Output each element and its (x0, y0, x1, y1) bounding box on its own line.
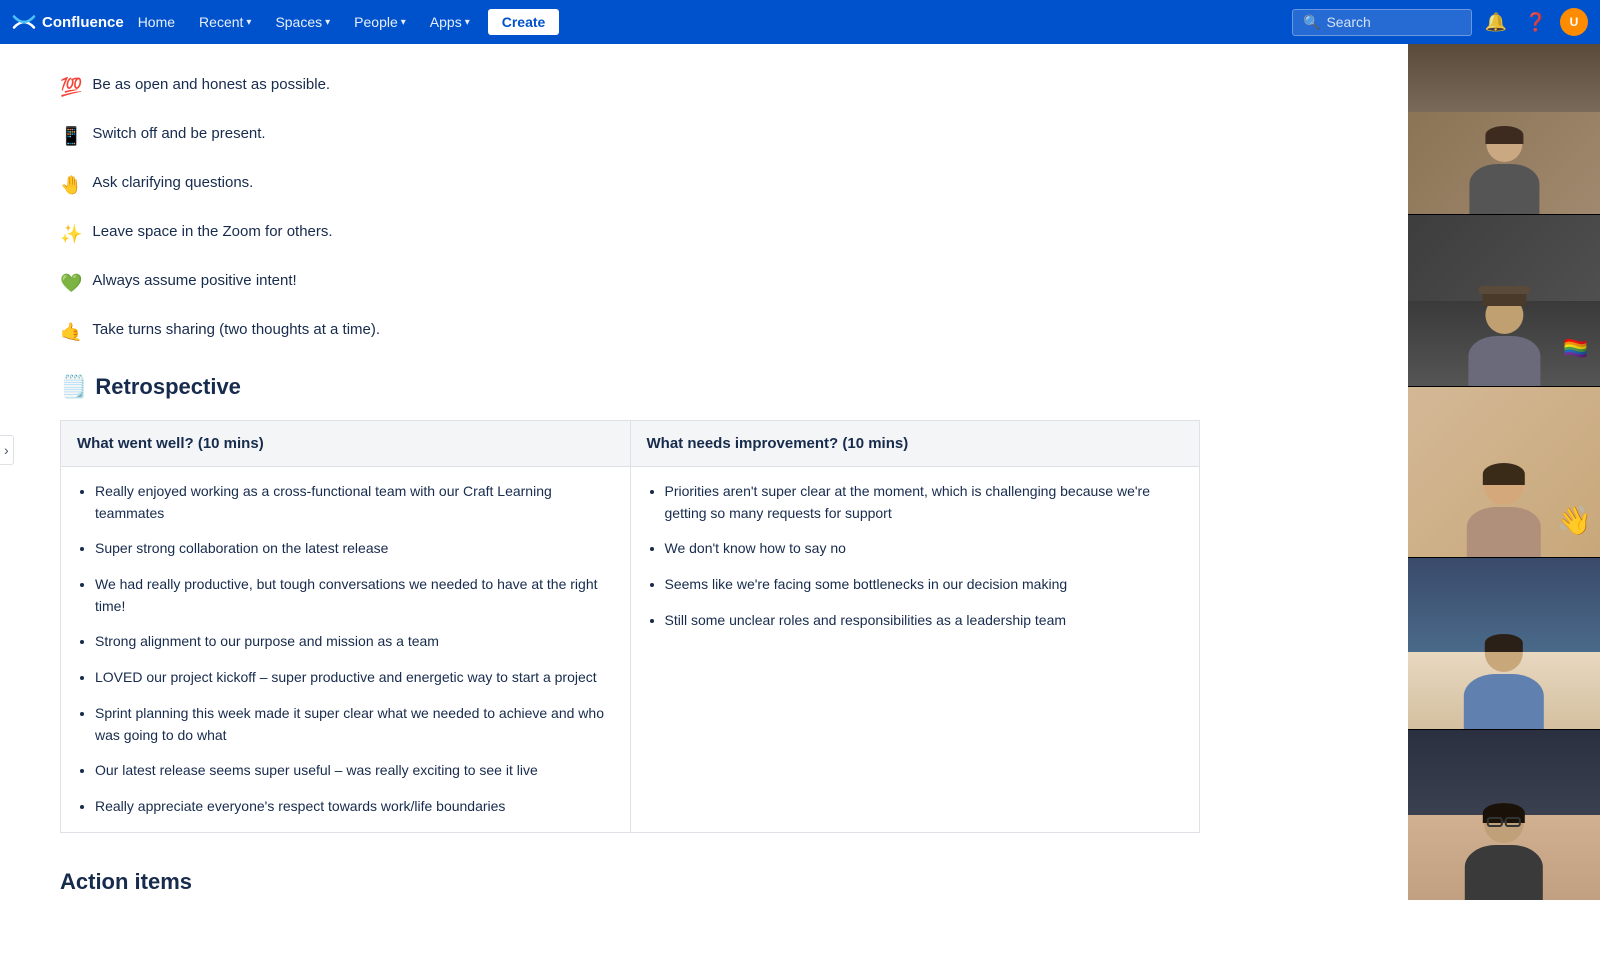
retro-heading-text: Retrospective (95, 374, 241, 400)
retrospective-heading: 🗒️ Retrospective (60, 374, 1200, 400)
went-well-item: We had really productive, but tough conv… (95, 574, 614, 617)
ground-rule-item: ✨ Leave space in the Zoom for others. (60, 221, 1200, 248)
retrospective-table: What went well? (10 mins) What needs imp… (60, 420, 1200, 833)
ground-rule-emoji: 🤙 (60, 319, 82, 346)
went-well-item: Sprint planning this week made it super … (95, 703, 614, 746)
nav-right: 🔍 Search 🔔 ❓ U (1292, 6, 1588, 38)
nav-apps[interactable]: Apps ▾ (420, 10, 480, 34)
went-well-item: LOVED our project kickoff – super produc… (95, 667, 614, 689)
search-bar[interactable]: 🔍 Search (1292, 9, 1472, 36)
went-well-item: Super strong collaboration on the latest… (95, 538, 614, 560)
ground-rule-text: Always assume positive intent! (92, 270, 296, 293)
went-well-list: Really enjoyed working as a cross-functi… (77, 481, 614, 818)
top-nav: Confluence Home Recent ▾ Spaces ▾ People… (0, 0, 1600, 44)
nav-spaces[interactable]: Spaces ▾ (265, 10, 340, 34)
video-tile-1 (1408, 44, 1600, 215)
ground-rule-emoji: 💯 (60, 74, 82, 101)
ground-rule-emoji: 💚 (60, 270, 82, 297)
needs-improvement-list: Priorities aren't super clear at the mom… (647, 481, 1184, 631)
recent-chevron-icon: ▾ (246, 17, 251, 28)
video-tile-3: 👋 (1408, 387, 1600, 558)
nav-people[interactable]: People ▾ (344, 10, 416, 34)
needs-improvement-cell: Priorities aren't super clear at the mom… (630, 467, 1200, 833)
sidebar-toggle-icon: › (4, 442, 9, 458)
content-area: 💯 Be as open and honest as possible. 📱 Swit… (0, 44, 1260, 955)
rainbow-flag-icon: 🏳️‍🌈 (1563, 336, 1588, 361)
went-well-item: Really appreciate everyone's respect tow… (95, 796, 614, 818)
apps-chevron-icon: ▾ (465, 17, 470, 28)
needs-improvement-header: What needs improvement? (10 mins) (630, 421, 1200, 467)
went-well-item: Our latest release seems super useful – … (95, 760, 614, 782)
ground-rule-emoji: 📱 (60, 123, 82, 150)
user-avatar[interactable]: U (1560, 8, 1588, 36)
ground-rule-text: Ask clarifying questions. (92, 172, 253, 195)
confluence-logo[interactable]: Confluence (12, 10, 124, 34)
sidebar-toggle[interactable]: › (0, 435, 14, 465)
confluence-logo-text: Confluence (42, 14, 124, 31)
nav-recent[interactable]: Recent ▾ (189, 10, 261, 34)
needs-improvement-item: We don't know how to say no (665, 538, 1184, 560)
ground-rule-emoji: 🤚 (60, 172, 82, 199)
went-well-item: Really enjoyed working as a cross-functi… (95, 481, 614, 524)
ground-rule-text: Be as open and honest as possible. (92, 74, 330, 97)
retro-emoji: 🗒️ (60, 374, 87, 400)
needs-improvement-item: Still some unclear roles and responsibil… (665, 610, 1184, 632)
went-well-item: Strong alignment to our purpose and miss… (95, 631, 614, 653)
main-wrapper: 💯 Be as open and honest as possible. 📱 Swit… (0, 44, 1600, 955)
ground-rule-emoji: ✨ (60, 221, 82, 248)
spaces-chevron-icon: ▾ (325, 17, 330, 28)
help-button[interactable]: ❓ (1520, 6, 1552, 38)
ground-rule-item: 🤚 Ask clarifying questions. (60, 172, 1200, 199)
video-tile-4 (1408, 558, 1600, 729)
ground-rule-text: Switch off and be present. (92, 123, 265, 146)
ground-rule-text: Leave space in the Zoom for others. (92, 221, 332, 244)
needs-improvement-item: Seems like we're facing some bottlenecks… (665, 574, 1184, 596)
went-well-cell: Really enjoyed working as a cross-functi… (61, 467, 631, 833)
video-tile-5 (1408, 730, 1600, 900)
people-chevron-icon: ▾ (401, 17, 406, 28)
video-panel: 🏳️‍🌈 👋 (1408, 44, 1600, 900)
went-well-header: What went well? (10 mins) (61, 421, 631, 467)
notifications-button[interactable]: 🔔 (1480, 6, 1512, 38)
video-tile-2: 🏳️‍🌈 (1408, 215, 1600, 386)
ground-rule-item: 📱 Switch off and be present. (60, 123, 1200, 150)
ground-rule-text: Take turns sharing (two thoughts at a ti… (92, 319, 380, 342)
action-items-heading: Action items (60, 869, 1200, 895)
needs-improvement-item: Priorities aren't super clear at the mom… (665, 481, 1184, 524)
nav-home[interactable]: Home (128, 10, 185, 34)
ground-rule-item: 💯 Be as open and honest as possible. (60, 74, 1200, 101)
ground-rules-list: 💯 Be as open and honest as possible. 📱 Swit… (60, 74, 1200, 346)
create-button[interactable]: Create (488, 9, 560, 35)
ground-rule-item: 🤙 Take turns sharing (two thoughts at a t… (60, 319, 1200, 346)
wave-hand-icon: 👋 (1557, 504, 1592, 537)
search-placeholder-text: Search (1326, 14, 1370, 30)
search-icon: 🔍 (1303, 14, 1320, 31)
ground-rule-item: 💚 Always assume positive intent! (60, 270, 1200, 297)
